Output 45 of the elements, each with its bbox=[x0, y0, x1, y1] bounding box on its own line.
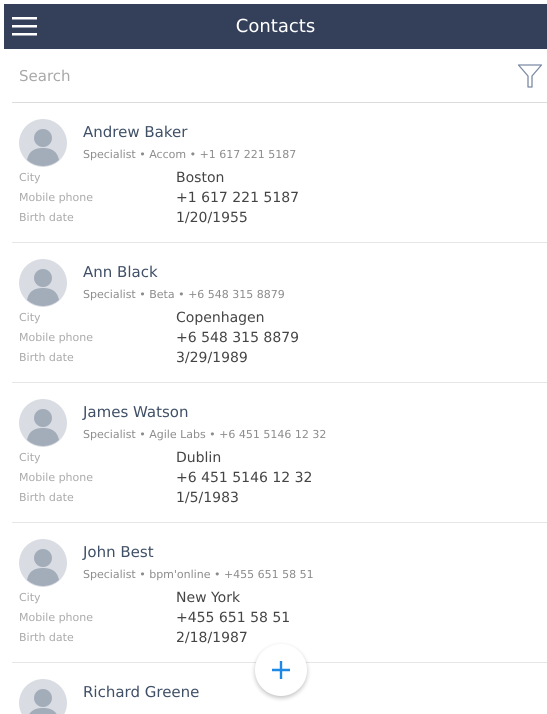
filter-icon[interactable] bbox=[517, 62, 543, 88]
field-value: +6 451 5146 12 32 bbox=[176, 469, 312, 488]
add-icon bbox=[271, 660, 291, 680]
field-label: Birth date bbox=[19, 490, 74, 506]
search-field[interactable]: Search bbox=[12, 60, 517, 90]
field-label: Mobile phone bbox=[19, 610, 94, 626]
contact-name[interactable]: John Best bbox=[83, 542, 314, 562]
field-label: City bbox=[19, 590, 41, 606]
field-value: 2/18/1987 bbox=[176, 629, 248, 648]
field-value: +1 617 221 5187 bbox=[176, 189, 300, 208]
avatar-icon bbox=[19, 119, 67, 167]
add-button[interactable] bbox=[255, 644, 307, 696]
field-label: City bbox=[19, 450, 41, 466]
screen-title: Contacts bbox=[236, 16, 316, 37]
menu-icon bbox=[12, 15, 38, 37]
menu-button[interactable] bbox=[12, 15, 38, 37]
contact-name[interactable]: Richard Greene bbox=[83, 682, 200, 702]
field-label: Mobile phone bbox=[19, 190, 94, 206]
field-value: Copenhagen bbox=[176, 309, 265, 328]
field-label: Mobile phone bbox=[19, 330, 94, 346]
field-label: Birth date bbox=[19, 210, 74, 226]
field-label: City bbox=[19, 170, 41, 186]
field-value: 3/29/1989 bbox=[176, 349, 248, 368]
contact-name[interactable]: Ann Black bbox=[83, 262, 285, 282]
field-value: New York bbox=[176, 589, 240, 608]
field-value: 1/5/1983 bbox=[176, 489, 239, 508]
avatar-icon bbox=[19, 679, 67, 714]
field-value: +455 651 58 51 bbox=[176, 609, 290, 628]
contact-summary: Specialist • Beta • +6 548 315 8879 bbox=[83, 288, 285, 301]
field-value: Dublin bbox=[176, 449, 222, 468]
avatar-icon bbox=[19, 259, 67, 307]
avatar-icon bbox=[19, 399, 67, 447]
field-value: Boston bbox=[176, 169, 224, 188]
contact-name[interactable]: Andrew Baker bbox=[83, 122, 296, 142]
field-label: Birth date bbox=[19, 350, 74, 366]
contact-summary: Specialist • Agile Labs • +6 451 5146 12 32 bbox=[83, 428, 326, 441]
field-value: +6 548 315 8879 bbox=[176, 329, 300, 348]
contact-summary: Specialist • Accom • +1 617 221 5187 bbox=[83, 148, 296, 161]
contact-name[interactable]: James Watson bbox=[83, 402, 326, 422]
field-label: Mobile phone bbox=[19, 470, 94, 486]
field-value: 1/20/1955 bbox=[176, 209, 248, 228]
avatar-icon bbox=[19, 539, 67, 587]
contact-summary: Specialist • bpm'online • +455 651 58 51 bbox=[83, 568, 314, 581]
field-label: Birth date bbox=[19, 630, 74, 646]
field-label: City bbox=[19, 310, 41, 326]
